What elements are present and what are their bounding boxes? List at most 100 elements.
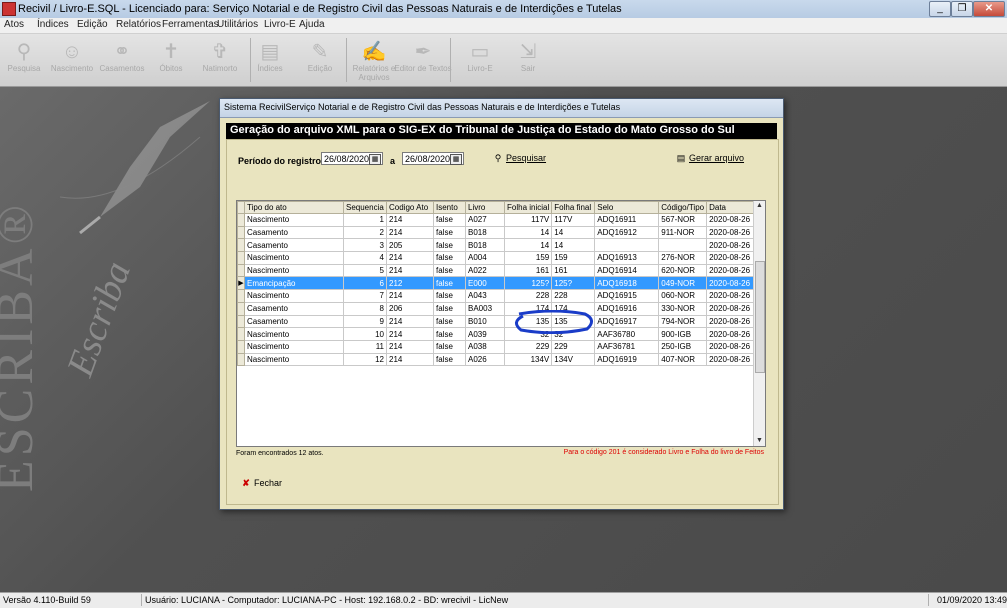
col-data[interactable]: Data [706, 201, 757, 214]
col-folha-final[interactable]: Folha final [551, 201, 596, 214]
date-to-field[interactable]: 26/08/2020 ▦ [402, 152, 464, 165]
table-cell: 214 [386, 339, 434, 354]
table-row[interactable]: Nascimento 5 214 false A022 161 161 ADQ16914 620… [237, 263, 757, 278]
table-cell: 5 [343, 263, 387, 278]
table-cell: 134V [503, 352, 553, 367]
table-body: Nascimento 1 214 false A027 117V 117V ADQ16911 5… [237, 213, 757, 367]
scroll-up-icon[interactable]: ▲ [754, 201, 765, 211]
table-cell: 2020-08-26 [706, 301, 757, 316]
col-selo[interactable]: Selo [594, 201, 660, 214]
table-row[interactable]: Casamento 9 214 false B010 135 135 ADQ16917 794-… [237, 314, 757, 329]
menu-livro-e[interactable]: Livro-E [264, 19, 296, 30]
table-cell: ADQ16911 [594, 213, 660, 227]
menu-relatorios[interactable]: Relatórios [116, 19, 161, 30]
table-row[interactable]: ▶ Emancipação 6 212 false E000 125? 125? ADQ1691… [237, 276, 757, 291]
menu-ferramentas[interactable]: Ferramentas [162, 19, 219, 30]
table-cell: 212 [386, 276, 434, 291]
table-cell: 407-NOR [658, 352, 708, 367]
window-title: Recivil / Livro-E.SQL - Licenciado para:… [18, 3, 622, 15]
table-cell: 9 [343, 314, 387, 329]
col-sequencia[interactable]: Sequencia [343, 201, 387, 214]
col-codigo-ato[interactable]: Codigo Ato [386, 201, 434, 214]
table-cell: 206 [386, 301, 434, 316]
table-cell: 14 [551, 225, 596, 240]
col-isento[interactable]: Isento [433, 201, 466, 214]
table-cell: ADQ16915 [594, 289, 660, 303]
col-livro[interactable]: Livro [465, 201, 505, 214]
table-row[interactable]: Casamento 2 214 false B018 14 14 ADQ16912 911-NO… [237, 225, 757, 240]
table-row[interactable]: Casamento 8 206 false BA003 174 174 ADQ16916 330… [237, 301, 757, 316]
date-from-field[interactable]: 26/08/2020 ▦ [321, 152, 383, 165]
dialog-title: Sistema RecivilServiço Notarial e de Reg… [224, 102, 621, 112]
scroll-down-icon[interactable]: ▼ [754, 436, 765, 446]
table-cell: 214 [386, 225, 434, 240]
table-cell: 2 [343, 225, 387, 240]
baby-icon: ☺ [61, 41, 83, 63]
table-cell: 1 [343, 213, 387, 227]
menu-ajuda[interactable]: Ajuda [299, 19, 325, 30]
toolbar-editor-textos-button[interactable]: ✒ Editor de Textos [393, 34, 453, 84]
table-cell: A039 [465, 327, 505, 341]
report-icon: ✍ [361, 41, 387, 63]
pesquisar-button[interactable]: ⚲ Pesquisar [492, 153, 546, 164]
calendar-icon[interactable]: ▦ [369, 154, 381, 165]
exit-icon: ⇲ [519, 41, 537, 63]
results-grid[interactable]: Tipo do ato Sequencia Codigo Ato Isento … [236, 200, 766, 447]
col-folha-inicial[interactable]: Folha inicial [503, 201, 553, 214]
table-cell: A022 [465, 263, 505, 278]
cross-small-icon: ✞ [211, 41, 229, 63]
table-cell: 159 [503, 251, 553, 265]
menu-edicao[interactable]: Edição [77, 19, 108, 30]
table-cell: 620-NOR [658, 263, 708, 278]
table-cell: 060-NOR [658, 289, 708, 303]
table-row[interactable]: Nascimento 10 214 false A039 32 32 AAF36780 900-… [237, 327, 757, 341]
row-indicator [237, 339, 245, 354]
fountain-pen-icon [60, 101, 210, 235]
table-cell: 2020-08-26 [706, 289, 757, 303]
table-cell: Nascimento [244, 251, 344, 265]
dialog-header-text: Geração do arquivo XML para o SIG-EX do … [230, 124, 735, 136]
text-editor-icon: ✒ [414, 41, 432, 63]
table-row[interactable]: Nascimento 11 214 false A038 229 229 AAF36781 25… [237, 339, 757, 354]
table-cell: 205 [386, 238, 434, 253]
col-tipo-ato[interactable]: Tipo do ato [244, 201, 344, 214]
table-cell: 2020-08-26 [706, 314, 757, 329]
table-cell: Nascimento [244, 352, 344, 367]
brand-watermark: ESCRIBA® [0, 200, 45, 493]
table-cell: 11 [343, 339, 387, 354]
vertical-scrollbar[interactable]: ▲ ▼ [753, 201, 765, 446]
table-row[interactable]: Nascimento 12 214 false A026 134V 134V ADQ16919… [237, 352, 757, 367]
table-cell: A038 [465, 339, 505, 354]
table-cell: ADQ16918 [594, 276, 660, 291]
table-row[interactable]: Nascimento 1 214 false A027 117V 117V ADQ16911 5… [237, 213, 757, 227]
scroll-thumb[interactable] [755, 261, 765, 373]
table-row[interactable]: Nascimento 4 214 false A004 159 159 ADQ16913 276… [237, 251, 757, 265]
row-indicator-header [237, 201, 245, 214]
table-cell: 228 [503, 289, 553, 303]
maximize-button[interactable]: ❐ [951, 1, 973, 17]
minimize-button[interactable]: _ [929, 1, 951, 17]
table-row[interactable]: Casamento 3 205 false B018 14 14 2020-08-26 [237, 238, 757, 253]
table-cell: 2020-08-26 [706, 213, 757, 227]
row-indicator [237, 327, 245, 341]
col-codigo-tipo[interactable]: Código/Tipo [658, 201, 708, 214]
menu-utilitarios[interactable]: Utilitários [217, 19, 258, 30]
gerar-arquivo-button[interactable]: ▤ Gerar arquivo [675, 153, 744, 164]
close-window-button[interactable]: ✕ [973, 1, 1005, 17]
table-cell: ADQ16914 [594, 263, 660, 278]
toolbar-sair-button[interactable]: ⇲ Sair [498, 34, 558, 84]
table-cell: 2020-08-26 [706, 327, 757, 341]
status-version: Versão 4.110-Build 59 [0, 594, 142, 606]
calendar-icon[interactable]: ▦ [450, 154, 462, 165]
table-cell: Casamento [244, 238, 344, 253]
fechar-button[interactable]: ✘ Fechar [240, 478, 282, 489]
table-cell: 214 [386, 263, 434, 278]
table-cell: Casamento [244, 301, 344, 316]
row-indicator [237, 352, 245, 367]
table-cell [658, 238, 708, 253]
table-cell: 229 [503, 339, 553, 354]
menu-atos[interactable]: Atos [4, 19, 24, 30]
table-row[interactable]: Nascimento 7 214 false A043 228 228 ADQ16915 060… [237, 289, 757, 303]
menu-indices[interactable]: Índices [37, 19, 69, 30]
toolbar-edicao-button[interactable]: ✎ Edição [290, 34, 350, 84]
